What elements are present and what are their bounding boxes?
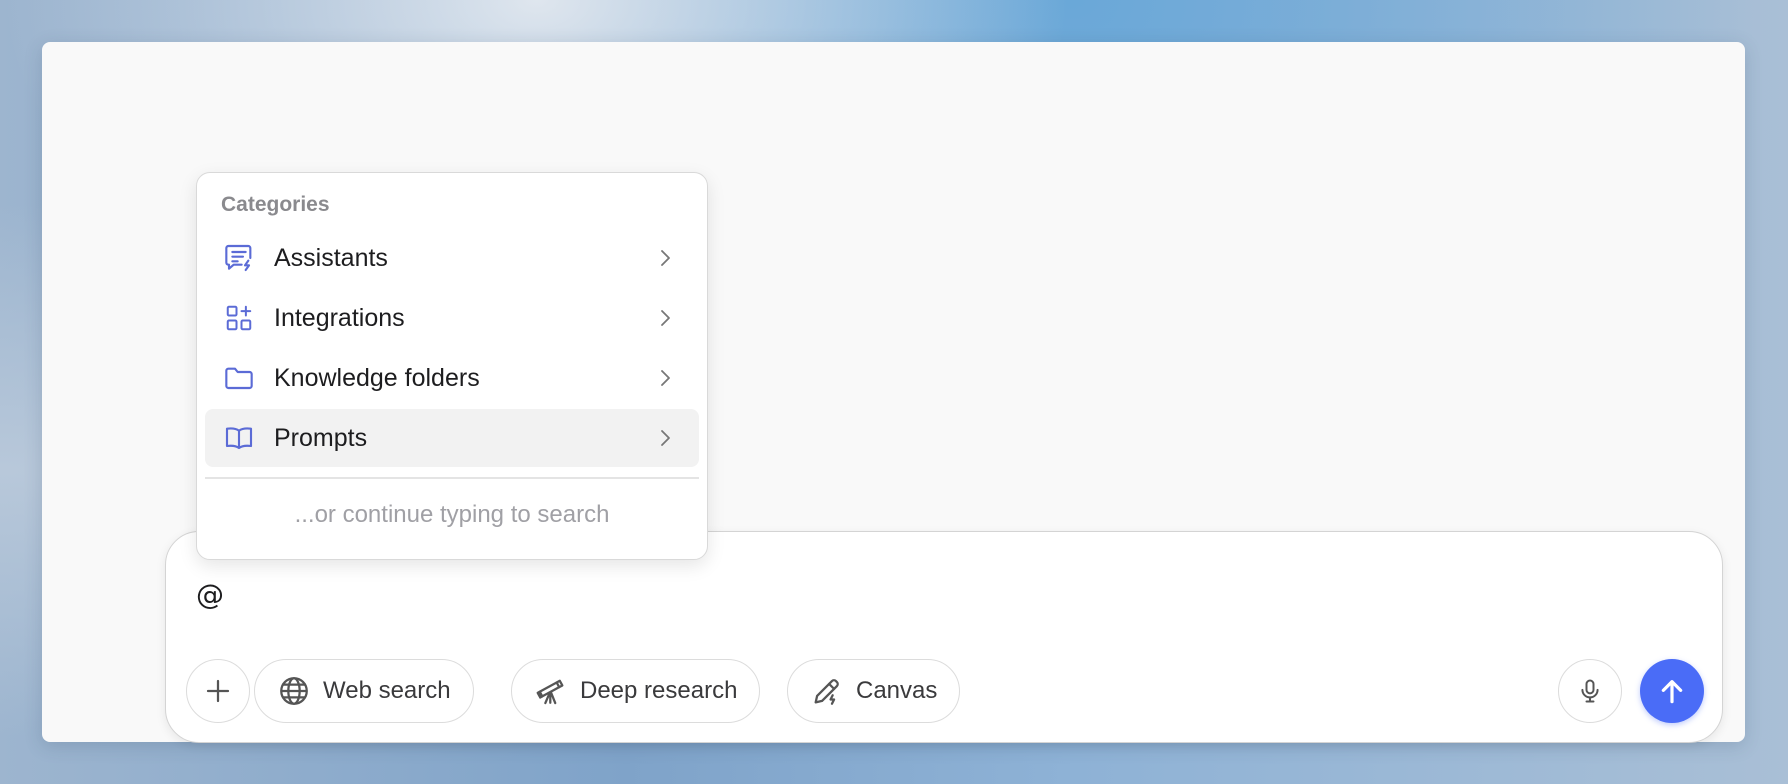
web-search-button[interactable]: Web search bbox=[254, 659, 474, 723]
microphone-icon bbox=[1581, 679, 1599, 703]
app-window: @ Web search Deep research Canvas Catego… bbox=[42, 42, 1745, 743]
folder-icon bbox=[222, 361, 256, 395]
web-search-label: Web search bbox=[323, 677, 451, 704]
chevron-right-icon bbox=[661, 370, 670, 386]
voice-input-button[interactable] bbox=[1558, 659, 1622, 723]
mention-categories-menu: Categories Assistants Integrations Knowl… bbox=[196, 172, 708, 560]
menu-item-label: Assistants bbox=[274, 243, 388, 272]
composer-input-text[interactable]: @ bbox=[196, 578, 224, 611]
menu-item-knowledge-folders[interactable]: Knowledge folders bbox=[205, 349, 699, 407]
menu-item-label: Integrations bbox=[274, 303, 405, 332]
chevron-right-icon bbox=[661, 430, 670, 446]
integrations-grid-icon bbox=[222, 301, 256, 335]
canvas-label: Canvas bbox=[856, 677, 938, 704]
assistant-chat-icon bbox=[222, 241, 256, 275]
menu-item-assistants[interactable]: Assistants bbox=[205, 229, 699, 287]
telescope-icon bbox=[536, 679, 564, 705]
chevron-right-icon bbox=[661, 250, 670, 266]
book-icon bbox=[222, 421, 256, 455]
pencil-icon bbox=[814, 679, 839, 705]
send-button[interactable] bbox=[1640, 659, 1704, 723]
canvas-button[interactable]: Canvas bbox=[787, 659, 961, 723]
arrow-up-icon bbox=[1661, 680, 1683, 704]
globe-icon bbox=[280, 677, 308, 705]
message-composer[interactable]: @ Web search Deep research Canvas bbox=[165, 531, 1723, 743]
deep-research-label: Deep research bbox=[580, 677, 738, 704]
deep-research-button[interactable]: Deep research bbox=[511, 659, 761, 723]
menu-item-label: Knowledge folders bbox=[274, 363, 480, 392]
search-hint: ...or continue typing to search bbox=[294, 501, 610, 528]
menu-item-prompts[interactable]: Prompts bbox=[205, 409, 699, 467]
menu-item-label: Prompts bbox=[274, 423, 368, 452]
menu-divider bbox=[205, 477, 699, 479]
add-attachment-button[interactable] bbox=[186, 659, 250, 723]
chevron-right-icon bbox=[661, 310, 670, 326]
plus-icon bbox=[206, 679, 230, 703]
menu-heading: Categories bbox=[221, 193, 330, 216]
menu-item-integrations[interactable]: Integrations bbox=[205, 289, 699, 347]
